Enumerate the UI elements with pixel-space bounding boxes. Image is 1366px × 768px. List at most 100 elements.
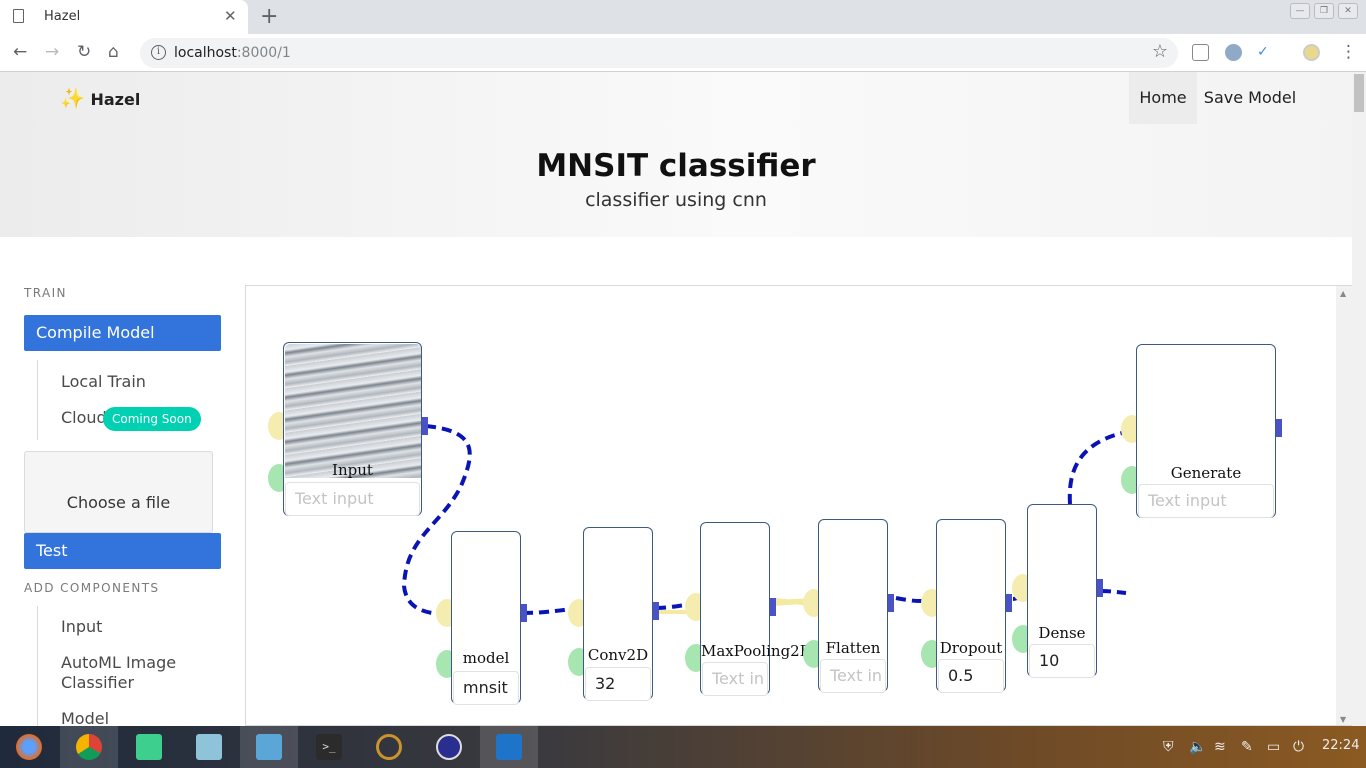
component-input[interactable]: Input	[61, 617, 102, 636]
canvas-scrollbar[interactable]: ▲ ▼	[1336, 286, 1352, 725]
hero: ✨ Hazel Home Save Model MNSIT classifier…	[0, 72, 1352, 237]
node-input[interactable]: Input Text input	[283, 342, 422, 516]
node-maxpooling2d[interactable]: MaxPooling2D Text in	[700, 522, 812, 696]
reload-icon[interactable]: ↻	[77, 42, 91, 62]
train-heading: TRAIN	[24, 286, 67, 300]
page: ✨ Hazel Home Save Model MNSIT classifier…	[0, 72, 1366, 726]
battery-icon[interactable]: ▭	[1267, 739, 1280, 755]
node-text-input[interactable]: 32	[585, 667, 651, 701]
nav-home[interactable]: Home	[1129, 72, 1197, 124]
test-button[interactable]: Test	[24, 533, 221, 569]
monitor-icon[interactable]	[420, 726, 478, 768]
close-window-button[interactable]: ✕	[1338, 3, 1358, 19]
wire-dense-generate	[1067, 429, 1132, 505]
nav-save-model[interactable]: Save Model	[1197, 72, 1303, 124]
scroll-up-icon[interactable]: ▲	[1340, 289, 1346, 298]
extension-icon[interactable]: ✓	[1257, 44, 1274, 61]
node-text-input[interactable]: 10	[1029, 644, 1095, 678]
extension-icon[interactable]	[1225, 44, 1242, 61]
info-icon[interactable]: i	[151, 45, 166, 60]
output-handle[interactable]	[888, 594, 894, 612]
maps-icon[interactable]	[180, 726, 238, 768]
home-icon[interactable]: ⌂	[108, 42, 119, 62]
browser-tabbar: Hazel ✕ + — ❐ ✕	[0, 0, 1366, 34]
output-handle[interactable]	[1097, 579, 1103, 597]
chrome-icon[interactable]	[60, 726, 118, 768]
submenu-line	[37, 606, 38, 726]
node-text-input[interactable]: Text input	[285, 482, 420, 516]
node-text-input[interactable]: Text in	[702, 662, 768, 696]
scrollbar-thumb[interactable]	[1354, 74, 1364, 112]
address-bar[interactable]: i localhost:8000/1 ☆	[140, 38, 1178, 68]
component-automl[interactable]: AutoML Image Classifier	[61, 653, 211, 693]
browser-toolbar: ← → ↻ ⌂ i localhost:8000/1 ☆ ✓ ⋮	[0, 34, 1366, 72]
shield-icon[interactable]: ⛨	[1163, 739, 1174, 755]
window-controls: — ❐ ✕	[1290, 3, 1358, 19]
url-text[interactable]: localhost:8000/1	[174, 45, 291, 61]
new-tab-button[interactable]: +	[260, 4, 278, 29]
output-handle[interactable]	[770, 598, 776, 616]
node-flatten[interactable]: Flatten Text in	[818, 519, 888, 693]
compile-model-button[interactable]: Compile Model	[24, 315, 221, 351]
files-icon[interactable]	[240, 726, 298, 768]
firefox-icon[interactable]	[0, 726, 58, 768]
node-label: Dense	[1038, 624, 1086, 642]
component-model[interactable]: Model	[61, 709, 109, 726]
node-label: Flatten	[825, 639, 881, 657]
node-text-input[interactable]: mnsit	[453, 671, 519, 705]
volume-icon[interactable]: 🔈	[1189, 739, 1206, 755]
output-handle[interactable]	[422, 417, 428, 435]
node-dropout[interactable]: Dropout 0.5	[936, 519, 1006, 693]
menu-dots-icon[interactable]: ⋮	[1340, 42, 1357, 62]
node-label: MaxPooling2D	[701, 642, 812, 660]
tab-close-icon[interactable]: ✕	[224, 7, 237, 25]
node-generate[interactable]: Generate Text input	[1136, 344, 1276, 518]
output-handle[interactable]	[521, 604, 527, 622]
output-handle[interactable]	[653, 602, 659, 620]
brand[interactable]: ✨ Hazel	[60, 86, 140, 110]
vscode-icon[interactable]	[480, 726, 538, 768]
scroll-down-icon[interactable]: ▼	[1340, 715, 1346, 724]
node-label: model	[462, 649, 510, 667]
coming-soon-badge: Coming Soon	[103, 407, 201, 431]
wire-dense-out	[1100, 589, 1127, 595]
wifi-icon[interactable]: ≋	[1214, 739, 1226, 755]
tab-title: Hazel	[44, 9, 81, 24]
node-label: Input	[332, 461, 373, 479]
node-text-input[interactable]: Text in	[820, 659, 886, 693]
clock[interactable]: 22:24	[1322, 738, 1359, 753]
page-title: MNSIT classifier	[536, 148, 816, 184]
node-dense[interactable]: Dense 10	[1027, 504, 1097, 678]
node-label: Dropout	[939, 639, 1003, 657]
document-icon	[13, 9, 24, 23]
page-scrollbar[interactable]	[1352, 72, 1366, 726]
minimize-button[interactable]: —	[1290, 3, 1310, 19]
helm-icon[interactable]	[360, 726, 418, 768]
local-train-link[interactable]: Local Train	[61, 372, 146, 391]
node-conv2d[interactable]: Conv2D 32	[583, 527, 653, 701]
maximize-button[interactable]: ❐	[1314, 3, 1334, 19]
forward-arrow-icon[interactable]: →	[45, 42, 59, 62]
power-icon[interactable]: ⏻	[1293, 739, 1304, 755]
output-handle[interactable]	[1006, 594, 1012, 612]
add-components-heading: ADD COMPONENTS	[24, 581, 160, 595]
extension-icon[interactable]	[1192, 44, 1209, 61]
node-text-input[interactable]: 0.5	[938, 659, 1004, 693]
node-model[interactable]: model mnsit	[451, 531, 521, 705]
browser-tab[interactable]: Hazel ✕	[0, 0, 248, 34]
input-image-thumbnail	[285, 344, 421, 478]
bookmark-star-icon[interactable]: ☆	[1152, 41, 1168, 62]
sparkles-icon: ✨	[60, 86, 85, 110]
terminal-icon[interactable]	[120, 726, 178, 768]
console-icon[interactable]: >_	[300, 726, 358, 768]
output-handle[interactable]	[1276, 419, 1282, 437]
model-canvas[interactable]: Input Text input model mnsit Conv2D 32 M…	[245, 285, 1353, 726]
file-upload[interactable]: Choose a file	[24, 451, 213, 533]
profile-avatar[interactable]	[1303, 44, 1320, 61]
cloud-link[interactable]: Cloud	[61, 408, 107, 427]
node-label: Generate	[1170, 464, 1242, 482]
pen-icon[interactable]: ✎	[1241, 739, 1253, 755]
submenu-line	[37, 360, 38, 440]
node-text-input[interactable]: Text input	[1138, 484, 1274, 518]
back-arrow-icon[interactable]: ←	[13, 42, 27, 62]
